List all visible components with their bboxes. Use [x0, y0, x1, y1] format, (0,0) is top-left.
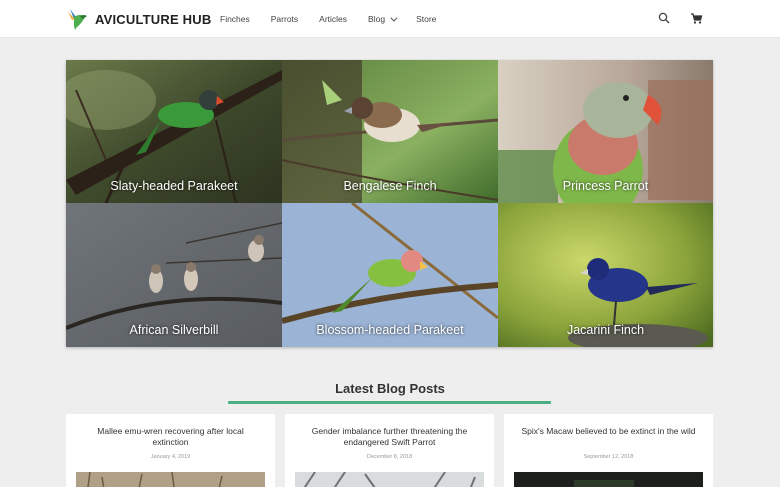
bird-logo-icon [68, 9, 87, 30]
heading-underline [228, 401, 551, 404]
blog-card-thumbnail[interactable] [76, 472, 265, 487]
gallery-tile-princess-parrot[interactable]: Princess Parrot [498, 60, 713, 203]
blog-card[interactable]: Spix's Macaw believed to be extinct in t… [504, 414, 713, 487]
chevron-down-icon [390, 14, 398, 22]
blog-card-thumbnail[interactable] [295, 472, 484, 487]
nav-articles[interactable]: Articles [319, 14, 347, 24]
blog-card[interactable]: Mallee emu-wren recovering after local e… [66, 414, 275, 487]
nav-articles-label: Articles [319, 14, 348, 24]
main-nav: Finches Parrots Articles Blog Store [220, 0, 457, 38]
brand-name: AVICULTURE HUB [95, 11, 212, 27]
blog-card-title[interactable]: Gender imbalance further threatening the… [299, 426, 480, 448]
nav-blog[interactable]: Blog [368, 14, 398, 24]
blog-card[interactable]: Gender imbalance further threatening the… [285, 414, 494, 487]
tile-caption: African Silverbill [129, 323, 219, 337]
nav-parrots-label: Parrots [270, 14, 299, 24]
gallery-tile-blossom-headed-parakeet[interactable]: Blossom-headed Parakeet [282, 203, 498, 347]
blog-card-date: September 12, 2018 [583, 454, 634, 460]
tile-caption: Princess Parrot [562, 179, 649, 193]
nav-blog-label: Blog [368, 14, 386, 24]
nav-finches[interactable]: Finches [220, 14, 250, 24]
nav-store-label: Store [416, 14, 437, 24]
blog-card-date: January 4, 2019 [150, 454, 191, 460]
tile-caption: Bengalese Finch [343, 179, 437, 193]
gallery-tile-african-silverbill[interactable]: African Silverbill [66, 203, 282, 347]
latest-posts-heading: Latest Blog Posts [335, 381, 445, 396]
blog-card-title[interactable]: Mallee emu-wren recovering after local e… [80, 426, 261, 448]
brand-logo[interactable]: AVICULTURE HUB [67, 6, 211, 32]
bird-gallery: Slaty-headed Parakeet Bengalese Finch Pr… [66, 60, 713, 347]
search-icon[interactable] [658, 12, 670, 24]
gallery-tile-slaty-headed-parakeet[interactable]: Slaty-headed Parakeet [66, 60, 282, 203]
nav-finches-label: Finches [220, 14, 250, 24]
blog-card-title[interactable]: Spix's Macaw believed to be extinct in t… [518, 426, 699, 437]
cart-icon[interactable] [690, 12, 703, 25]
gallery-tile-bengalese-finch[interactable]: Bengalese Finch [282, 60, 498, 203]
tile-caption: Slaty-headed Parakeet [110, 179, 238, 193]
tile-caption: Blossom-headed Parakeet [316, 323, 464, 337]
tile-caption: Jacarini Finch [566, 323, 645, 337]
gallery-tile-jacarini-finch[interactable]: Jacarini Finch [498, 203, 713, 347]
site-header: AVICULTURE HUB Finches Parrots Articles … [0, 0, 780, 38]
blog-card-thumbnail[interactable] [514, 472, 703, 487]
blog-posts-list: Mallee emu-wren recovering after local e… [66, 414, 713, 487]
blog-card-date: December 8, 2018 [366, 454, 413, 460]
nav-store[interactable]: Store [416, 14, 436, 24]
nav-parrots[interactable]: Parrots [271, 14, 298, 24]
